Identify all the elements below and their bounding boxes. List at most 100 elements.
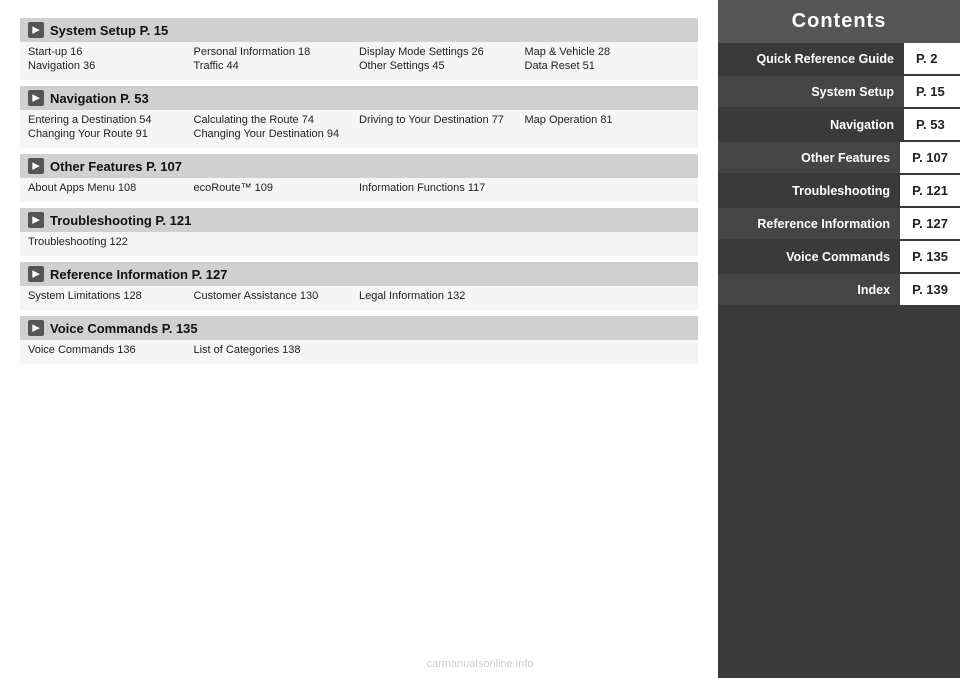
section-cell: Calculating the Route 74 (194, 114, 360, 126)
section-cell: Display Mode Settings 26 (359, 46, 525, 58)
section-body-navigation: Entering a Destination 54Calculating the… (20, 110, 698, 148)
sidebar-title: Contents (718, 0, 960, 43)
sidebar-item-page-2: P. 53 (904, 109, 960, 140)
section-cell: Driving to Your Destination 77 (359, 114, 525, 126)
arrow-icon-navigation (28, 90, 44, 106)
section-cell: Changing Your Destination 94 (194, 128, 360, 140)
sidebar-item-page-6: P. 135 (900, 241, 960, 272)
sidebar-item-page-0: P. 2 (904, 43, 960, 74)
section-cell: Changing Your Route 91 (28, 128, 194, 140)
sidebar-item-page-4: P. 121 (900, 175, 960, 206)
section-cell: Troubleshooting 122 (28, 236, 194, 248)
section-cell: Map Operation 81 (525, 114, 691, 126)
section-cell (359, 236, 525, 248)
section-header-text-system-setup: System Setup P. 15 (50, 23, 168, 38)
section-body-reference-information: System Limitations 128Customer Assistanc… (20, 286, 698, 310)
sidebar: Contents Quick Reference GuideP. 2System… (718, 0, 960, 678)
sidebar-item-label-2: Navigation (718, 110, 904, 140)
section-header-text-voice-commands: Voice Commands P. 135 (50, 321, 198, 336)
section-cell: Other Settings 45 (359, 60, 525, 72)
sidebar-item-label-4: Troubleshooting (718, 176, 900, 206)
sidebar-item-label-5: Reference Information (718, 209, 900, 239)
sidebar-item-5[interactable]: Reference InformationP. 127 (718, 208, 960, 241)
watermark: carmanualsonline.info (121, 658, 718, 670)
sidebar-item-page-5: P. 127 (900, 208, 960, 239)
arrow-icon-reference-information (28, 266, 44, 282)
section-header-text-reference-information: Reference Information P. 127 (50, 267, 228, 282)
section-cell: Legal Information 132 (359, 290, 525, 302)
section-navigation: Navigation P. 53 Entering a Destination 5… (20, 86, 698, 148)
section-cell: Voice Commands 136 (28, 344, 194, 356)
section-other-features: Other Features P. 107 About Apps Menu 108… (20, 154, 698, 202)
sections-container: System Setup P. 15 Start-up 16Personal In… (20, 18, 698, 364)
arrow-icon-troubleshooting (28, 212, 44, 228)
sidebar-item-0[interactable]: Quick Reference GuideP. 2 (718, 43, 960, 76)
section-cell: ecoRoute™ 109 (194, 182, 360, 194)
section-cell (359, 344, 525, 356)
section-cell: Navigation 36 (28, 60, 194, 72)
section-cell (525, 344, 691, 356)
section-header-system-setup: System Setup P. 15 (20, 18, 698, 42)
arrow-icon-voice-commands (28, 320, 44, 336)
section-cell (525, 290, 691, 302)
sidebar-item-2[interactable]: NavigationP. 53 (718, 109, 960, 142)
sidebar-item-1[interactable]: System SetupP. 15 (718, 76, 960, 109)
arrow-icon-other-features (28, 158, 44, 174)
sidebar-item-label-0: Quick Reference Guide (718, 44, 904, 74)
sidebar-item-3[interactable]: Other FeaturesP. 107 (718, 142, 960, 175)
sidebar-item-6[interactable]: Voice CommandsP. 135 (718, 241, 960, 274)
section-row: Entering a Destination 54Calculating the… (28, 114, 690, 126)
sidebar-item-label-1: System Setup (718, 77, 904, 107)
sidebar-item-page-7: P. 139 (900, 274, 960, 305)
sidebar-item-label-3: Other Features (718, 143, 900, 173)
section-header-voice-commands: Voice Commands P. 135 (20, 316, 698, 340)
section-cell (194, 236, 360, 248)
section-header-text-other-features: Other Features P. 107 (50, 159, 182, 174)
section-body-other-features: About Apps Menu 108ecoRoute™ 109Informat… (20, 178, 698, 202)
section-header-other-features: Other Features P. 107 (20, 154, 698, 178)
section-cell: Entering a Destination 54 (28, 114, 194, 126)
sidebar-item-page-1: P. 15 (904, 76, 960, 107)
section-cell: Traffic 44 (194, 60, 360, 72)
section-body-system-setup: Start-up 16Personal Information 18Displa… (20, 42, 698, 80)
section-row: Troubleshooting 122 (28, 236, 690, 248)
section-cell: Data Reset 51 (525, 60, 691, 72)
section-cell: Start-up 16 (28, 46, 194, 58)
section-reference-information: Reference Information P. 127 System Limit… (20, 262, 698, 310)
section-cell: Information Functions 117 (359, 182, 525, 194)
section-row: Start-up 16Personal Information 18Displa… (28, 46, 690, 58)
sidebar-item-page-3: P. 107 (900, 142, 960, 173)
sidebar-item-label-7: Index (718, 275, 900, 305)
section-cell: Personal Information 18 (194, 46, 360, 58)
section-header-navigation: Navigation P. 53 (20, 86, 698, 110)
section-row: Voice Commands 136List of Categories 138 (28, 344, 690, 356)
section-cell: About Apps Menu 108 (28, 182, 194, 194)
main-content: System Setup P. 15 Start-up 16Personal In… (0, 0, 718, 678)
section-header-troubleshooting: Troubleshooting P. 121 (20, 208, 698, 232)
section-cell (525, 182, 691, 194)
section-header-text-troubleshooting: Troubleshooting P. 121 (50, 213, 191, 228)
section-row: About Apps Menu 108ecoRoute™ 109Informat… (28, 182, 690, 194)
section-cell (525, 128, 691, 140)
section-cell (359, 128, 525, 140)
section-row: Navigation 36Traffic 44Other Settings 45… (28, 60, 690, 72)
section-cell: Customer Assistance 130 (194, 290, 360, 302)
section-header-reference-information: Reference Information P. 127 (20, 262, 698, 286)
sidebar-item-7[interactable]: IndexP. 139 (718, 274, 960, 307)
sidebar-item-label-6: Voice Commands (718, 242, 900, 272)
arrow-icon-system-setup (28, 22, 44, 38)
section-system-setup: System Setup P. 15 Start-up 16Personal In… (20, 18, 698, 80)
section-body-voice-commands: Voice Commands 136List of Categories 138 (20, 340, 698, 364)
section-cell (525, 236, 691, 248)
section-voice-commands: Voice Commands P. 135 Voice Commands 136L… (20, 316, 698, 364)
section-row: System Limitations 128Customer Assistanc… (28, 290, 690, 302)
sidebar-item-4[interactable]: TroubleshootingP. 121 (718, 175, 960, 208)
section-cell: List of Categories 138 (194, 344, 360, 356)
section-row: Changing Your Route 91Changing Your Dest… (28, 128, 690, 140)
section-troubleshooting: Troubleshooting P. 121 Troubleshooting 12… (20, 208, 698, 256)
section-header-text-navigation: Navigation P. 53 (50, 91, 149, 106)
section-cell: System Limitations 128 (28, 290, 194, 302)
sidebar-items: Quick Reference GuideP. 2System SetupP. … (718, 43, 960, 307)
section-body-troubleshooting: Troubleshooting 122 (20, 232, 698, 256)
section-cell: Map & Vehicle 28 (525, 46, 691, 58)
